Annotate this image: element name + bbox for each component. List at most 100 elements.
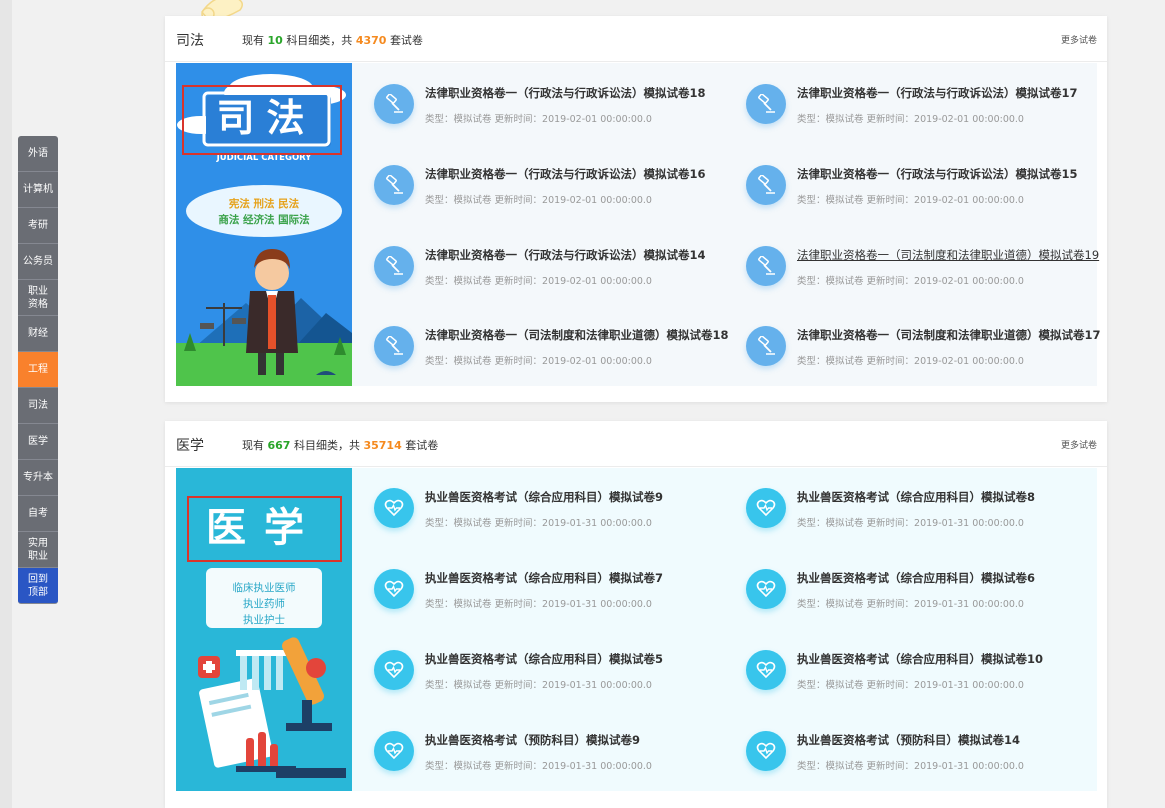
paper-title: 法律职业资格卷一（司法制度和法律职业道德）模拟试卷18 <box>425 328 729 342</box>
paper-meta: 类型：模拟试卷 更新时间：2019-01-31 00:00:00.0 <box>797 761 1024 772</box>
page-gutter <box>0 0 12 808</box>
more-papers-link[interactable]: 更多试卷 <box>1061 33 1097 46</box>
sidenav-item-computer[interactable]: 计算机 <box>18 172 58 208</box>
paper-title: 执业兽医资格考试（预防科目）模拟试卷14 <box>797 733 1021 747</box>
paper-meta: 类型：模拟试卷 更新时间：2019-01-31 00:00:00.0 <box>425 518 652 529</box>
sidenav-item-civil-servant[interactable]: 公务员 <box>18 244 58 280</box>
sidenav-item-practical-vocation[interactable]: 实用职业 <box>18 532 58 568</box>
paper-meta: 类型：模拟试卷 更新时间：2019-02-01 00:00:00.0 <box>425 195 652 206</box>
paper-title: 执业兽医资格考试（综合应用科目）模拟试卷6 <box>797 571 1035 585</box>
paper-meta: 类型：模拟试卷 更新时间：2019-02-01 00:00:00.0 <box>425 114 652 125</box>
more-papers-link[interactable]: 更多试卷 <box>1061 438 1097 451</box>
paper-item[interactable]: 法律职业资格卷一（行政法与行政诉讼法）模拟试卷15 类型：模拟试卷 更新时间：2… <box>746 161 1106 217</box>
paper-item[interactable]: 执业兽医资格考试（预防科目）模拟试卷9 类型：模拟试卷 更新时间：2019-01… <box>374 727 734 783</box>
section-title: 医学 <box>176 438 204 454</box>
sidenav-item-engineering[interactable]: 工程 <box>18 352 58 388</box>
heart-pulse-icon <box>374 650 414 690</box>
paper-item[interactable]: 法律职业资格卷一（司法制度和法律职业道德）模拟试卷19 类型：模拟试卷 更新时间… <box>746 242 1106 298</box>
back-to-top-button[interactable]: 回到顶部 <box>18 568 58 604</box>
banner-highlight-box <box>187 496 342 562</box>
paper-title: 法律职业资格卷一（行政法与行政诉讼法）模拟试卷17 <box>797 86 1078 100</box>
paper-meta: 类型：模拟试卷 更新时间：2019-01-31 00:00:00.0 <box>425 761 652 772</box>
paper-item[interactable]: 法律职业资格卷一（司法制度和法律职业道德）模拟试卷18 类型：模拟试卷 更新时间… <box>374 322 734 378</box>
paper-title: 法律职业资格卷一（行政法与行政诉讼法）模拟试卷15 <box>797 167 1078 181</box>
gavel-icon <box>746 326 786 366</box>
paper-title: 执业兽医资格考试（综合应用科目）模拟试卷8 <box>797 490 1035 504</box>
paper-title: 执业兽医资格考试（综合应用科目）模拟试卷10 <box>797 652 1044 666</box>
paper-item[interactable]: 执业兽医资格考试（综合应用科目）模拟试卷10 类型：模拟试卷 更新时间：2019… <box>746 646 1106 702</box>
paper-meta: 类型：模拟试卷 更新时间：2019-02-01 00:00:00.0 <box>425 276 652 287</box>
paper-title: 法律职业资格卷一（司法制度和法律职业道德）模拟试卷17 <box>797 328 1101 342</box>
sidenav-item-professional-qualification[interactable]: 职业资格 <box>18 280 58 316</box>
section-stats: 现有 667 科目细类，共 35714 套试卷 <box>242 439 439 452</box>
sidenav-item-medicine[interactable]: 医学 <box>18 424 58 460</box>
paper-item[interactable]: 执业兽医资格考试（综合应用科目）模拟试卷7 类型：模拟试卷 更新时间：2019-… <box>374 565 734 621</box>
paper-item[interactable]: 法律职业资格卷一（司法制度和法律职业道德）模拟试卷17 类型：模拟试卷 更新时间… <box>746 322 1106 378</box>
paper-meta: 类型：模拟试卷 更新时间：2019-01-31 00:00:00.0 <box>797 599 1024 610</box>
paper-title: 执业兽医资格考试（综合应用科目）模拟试卷7 <box>425 571 663 585</box>
gavel-icon <box>746 165 786 205</box>
paper-title: 法律职业资格卷一（行政法与行政诉讼法）模拟试卷14 <box>425 248 706 262</box>
sidenav-item-postgraduate[interactable]: 考研 <box>18 208 58 244</box>
subject-count: 667 <box>267 439 291 452</box>
gavel-icon <box>374 326 414 366</box>
paper-item[interactable]: 执业兽医资格考试（综合应用科目）模拟试卷9 类型：模拟试卷 更新时间：2019-… <box>374 484 734 540</box>
sidenav-item-foreign-language[interactable]: 外语 <box>18 136 58 172</box>
banner-highlight-box <box>182 85 342 155</box>
paper-title: 法律职业资格卷一（司法制度和法律职业道德）模拟试卷19 <box>797 248 1100 262</box>
paper-title: 法律职业资格卷一（行政法与行政诉讼法）模拟试卷18 <box>425 86 706 100</box>
paper-item[interactable]: 执业兽医资格考试（综合应用科目）模拟试卷8 类型：模拟试卷 更新时间：2019-… <box>746 484 1106 540</box>
paper-title: 执业兽医资格考试（综合应用科目）模拟试卷9 <box>425 490 663 504</box>
sidenav-item-self-study-exam[interactable]: 自考 <box>18 496 58 532</box>
section-title: 司法 <box>176 33 204 49</box>
sidenav-item-upgrade-to-bachelor[interactable]: 专升本 <box>18 460 58 496</box>
paper-meta: 类型：模拟试卷 更新时间：2019-02-01 00:00:00.0 <box>797 114 1024 125</box>
paper-title: 法律职业资格卷一（行政法与行政诉讼法）模拟试卷16 <box>425 167 706 181</box>
paper-meta: 类型：模拟试卷 更新时间：2019-02-01 00:00:00.0 <box>797 276 1024 287</box>
banner-line-1: 临床执业医师 <box>232 582 296 594</box>
heart-pulse-icon <box>746 488 786 528</box>
banner-line-1: 宪法 刑法 民法 <box>228 198 300 210</box>
medicine-banner[interactable]: 医学 临床执业医师 执业药师 执业护士 <box>176 468 352 791</box>
paper-item[interactable]: 法律职业资格卷一（行政法与行政诉讼法）模拟试卷14 类型：模拟试卷 更新时间：2… <box>374 242 734 298</box>
judicial-banner[interactable]: 司法 JUDICIAL CATEGORY 宪法 刑法 民法 商法 经济法 国际法 <box>176 63 352 386</box>
paper-meta: 类型：模拟试卷 更新时间：2019-02-01 00:00:00.0 <box>425 356 652 367</box>
gavel-icon <box>374 246 414 286</box>
paper-count: 4370 <box>355 34 387 47</box>
banner-line-2: 商法 经济法 国际法 <box>218 214 310 226</box>
paper-item[interactable]: 执业兽医资格考试（综合应用科目）模拟试卷5 类型：模拟试卷 更新时间：2019-… <box>374 646 734 702</box>
heart-pulse-icon <box>374 569 414 609</box>
paper-item[interactable]: 法律职业资格卷一（行政法与行政诉讼法）模拟试卷18 类型：模拟试卷 更新时间：2… <box>374 80 734 136</box>
paper-meta: 类型：模拟试卷 更新时间：2019-01-31 00:00:00.0 <box>797 518 1024 529</box>
heart-pulse-icon <box>746 731 786 771</box>
paper-item[interactable]: 执业兽医资格考试（预防科目）模拟试卷14 类型：模拟试卷 更新时间：2019-0… <box>746 727 1106 783</box>
section-header: 医学 现有 667 科目细类，共 35714 套试卷 更多试卷 <box>165 421 1107 467</box>
paper-meta: 类型：模拟试卷 更新时间：2019-01-31 00:00:00.0 <box>425 680 652 691</box>
subject-count: 10 <box>267 34 283 47</box>
sidenav-item-finance[interactable]: 财经 <box>18 316 58 352</box>
banner-line-3: 执业护士 <box>243 614 285 626</box>
heart-pulse-icon <box>374 488 414 528</box>
paper-title: 执业兽医资格考试（综合应用科目）模拟试卷5 <box>425 652 663 666</box>
paper-item[interactable]: 法律职业资格卷一（行政法与行政诉讼法）模拟试卷17 类型：模拟试卷 更新时间：2… <box>746 80 1106 136</box>
section-medicine: 医学 现有 667 科目细类，共 35714 套试卷 更多试卷 医学 临床执业医… <box>165 421 1107 808</box>
heart-pulse-icon <box>374 731 414 771</box>
heart-pulse-icon <box>746 569 786 609</box>
category-side-nav: 外语 计算机 考研 公务员 职业资格 财经 工程 司法 医学 专升本 自考 实用… <box>18 136 58 604</box>
banner-line-2: 执业药师 <box>243 598 285 610</box>
heart-pulse-icon <box>746 650 786 690</box>
gavel-icon <box>374 84 414 124</box>
section-stats: 现有 10 科目细类，共 4370 套试卷 <box>242 34 423 47</box>
paper-count: 35714 <box>363 439 402 452</box>
gavel-icon <box>746 246 786 286</box>
paper-item[interactable]: 法律职业资格卷一（行政法与行政诉讼法）模拟试卷16 类型：模拟试卷 更新时间：2… <box>374 161 734 217</box>
paper-item[interactable]: 执业兽医资格考试（综合应用科目）模拟试卷6 类型：模拟试卷 更新时间：2019-… <box>746 565 1106 621</box>
paper-title: 执业兽医资格考试（预防科目）模拟试卷9 <box>425 733 640 747</box>
paper-meta: 类型：模拟试卷 更新时间：2019-01-31 00:00:00.0 <box>797 680 1024 691</box>
gavel-icon <box>374 165 414 205</box>
gavel-icon <box>746 84 786 124</box>
sidenav-item-judicial[interactable]: 司法 <box>18 388 58 424</box>
paper-meta: 类型：模拟试卷 更新时间：2019-02-01 00:00:00.0 <box>797 195 1024 206</box>
section-header: 司法 现有 10 科目细类，共 4370 套试卷 更多试卷 <box>165 16 1107 62</box>
paper-meta: 类型：模拟试卷 更新时间：2019-01-31 00:00:00.0 <box>425 599 652 610</box>
